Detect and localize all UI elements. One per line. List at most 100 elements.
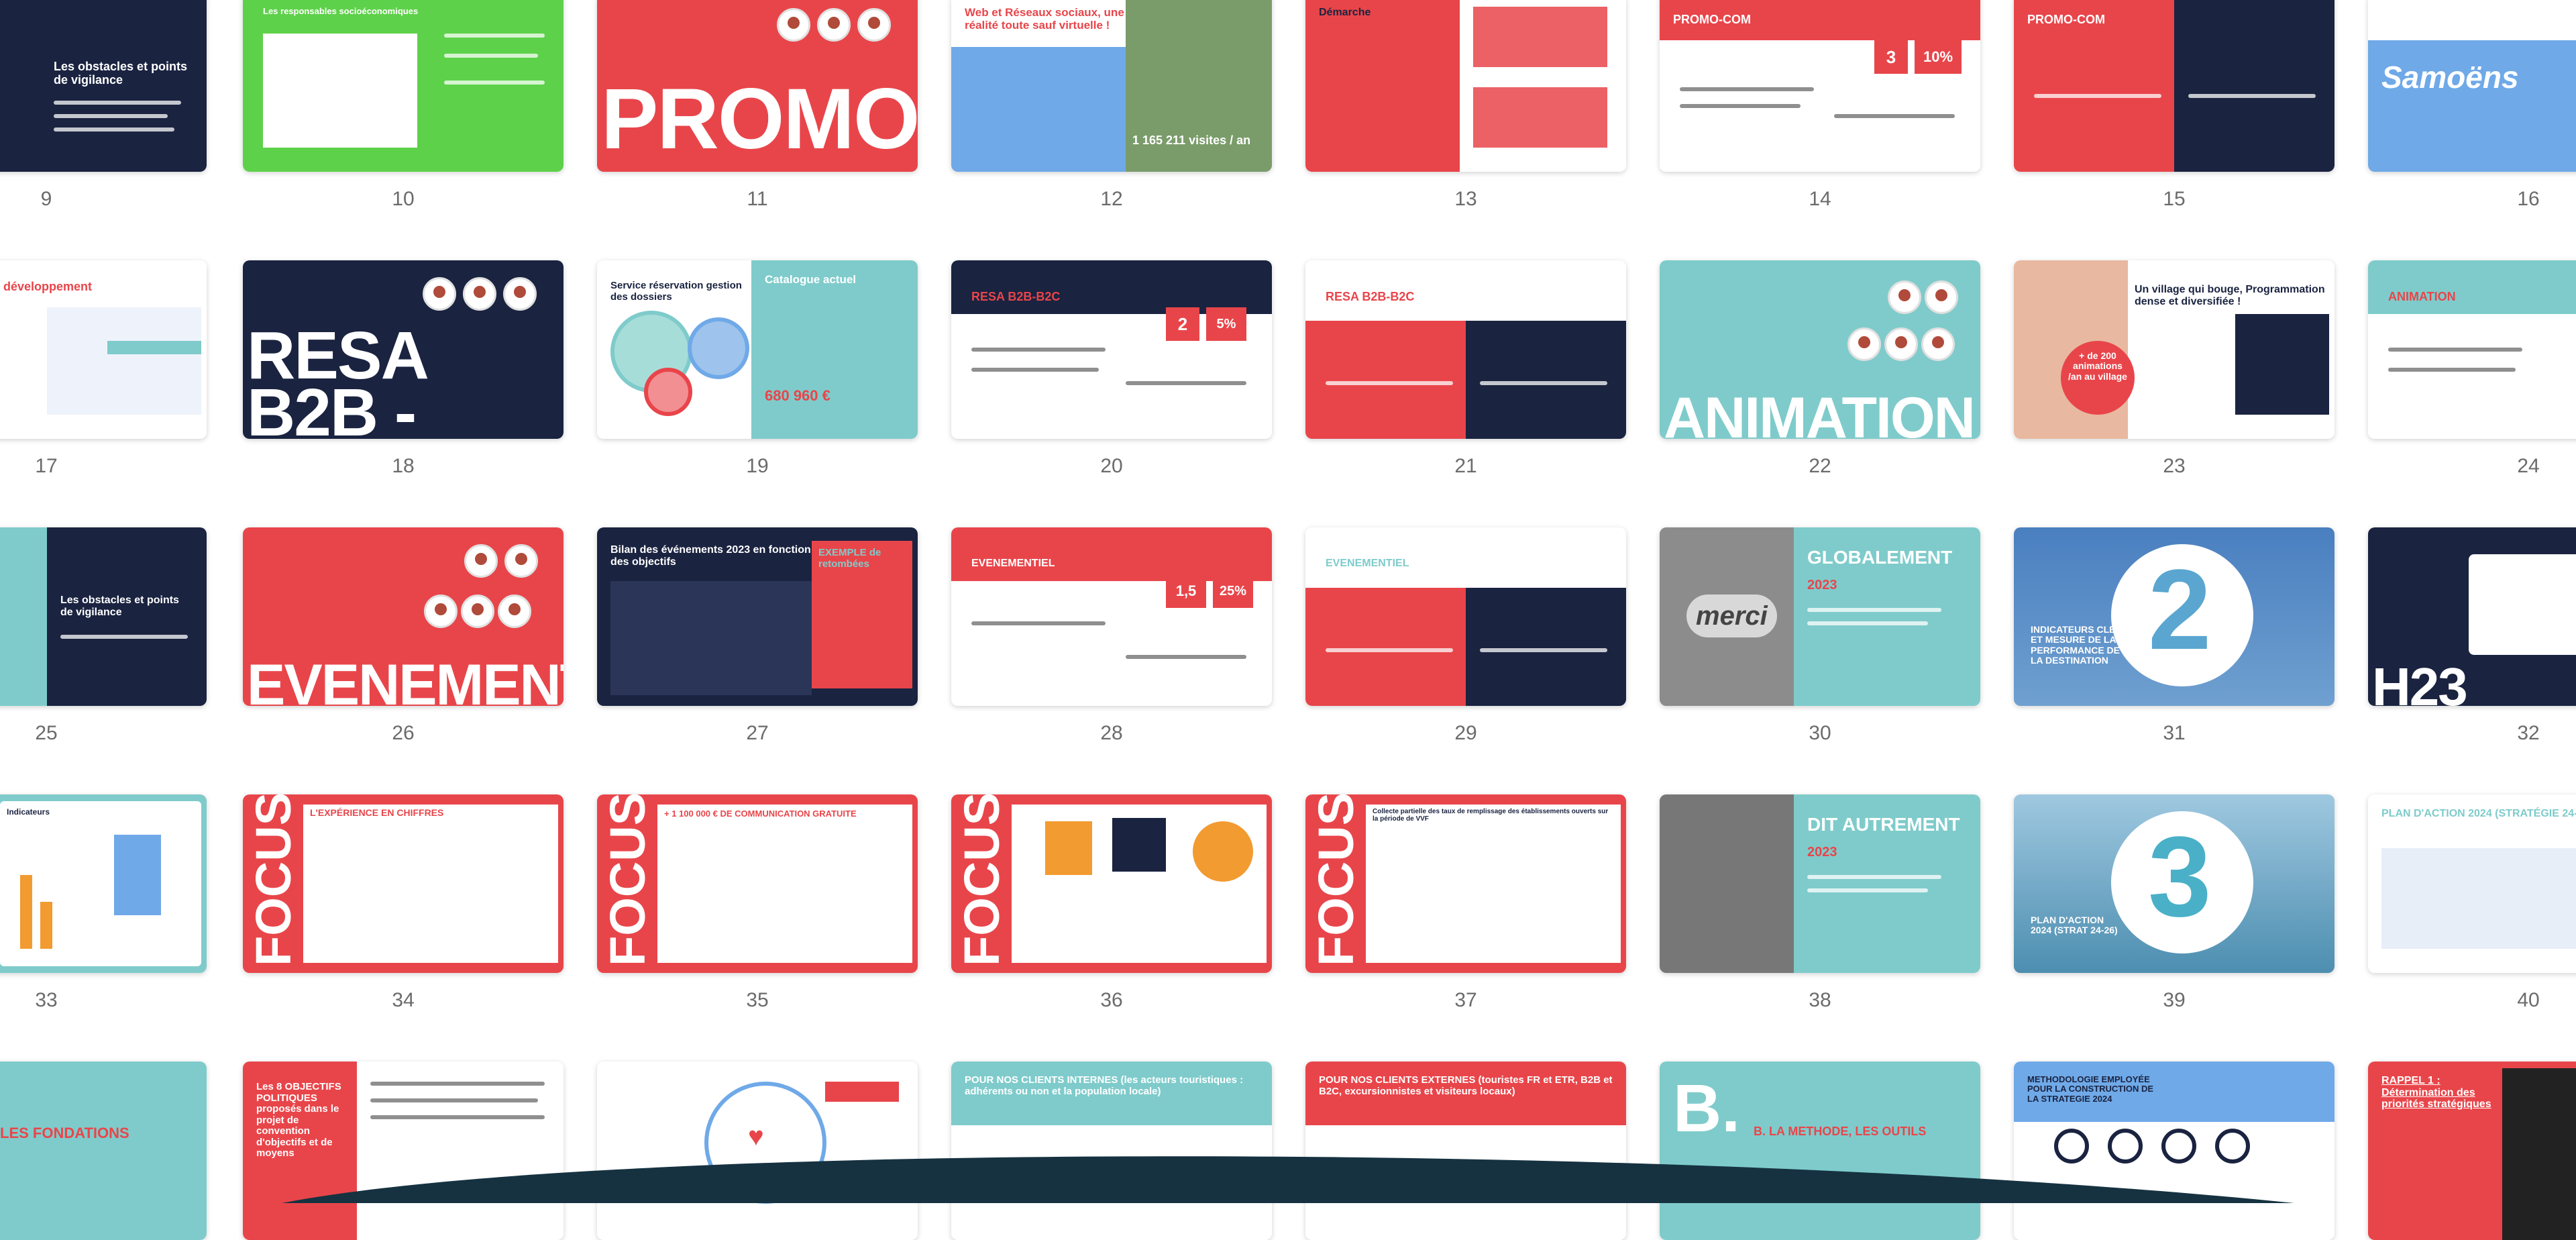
focus-label: FOCUS VVF <box>954 794 1010 966</box>
slide-thumbnail[interactable]: PROMO-COM 3 10% <box>1660 0 1980 172</box>
slide-number: 37 <box>1454 989 1477 1011</box>
slide-thumbnail[interactable]: Les obstacles et points de vigilance <box>0 527 207 706</box>
slide-number: 16 <box>2517 188 2540 210</box>
slide-sorter-grid: Les obstacles et points de vigilance 9 L… <box>0 0 2576 1240</box>
slide-number: 17 <box>35 455 58 477</box>
focus-label: FOCUS VVF <box>1308 794 1364 966</box>
slide-number: 20 <box>1100 455 1123 477</box>
slide-thumbnail[interactable]: Samoëns <box>2368 0 2576 172</box>
slide-thumbnail[interactable]: 3 PLAN D'ACTION 2024 (STRAT 24-26) <box>2014 794 2334 973</box>
slide-number: 33 <box>35 989 58 1011</box>
slide-number: 13 <box>1454 188 1477 210</box>
bottom-wave-overlay <box>282 1156 2294 1203</box>
slide-title: Bilan des événements 2023 en fonction de… <box>610 544 811 568</box>
slide-thumbnail[interactable]: EVENEMENTIEL 1,5 25% <box>951 527 1272 706</box>
slide-thumbnail[interactable]: Les obstacles et points de vigilance <box>0 0 207 172</box>
slide-thumbnail[interactable]: DIT AUTREMENT 2023 <box>1660 794 1980 973</box>
slide-title: H23 <box>2372 657 2468 707</box>
slide-number: 14 <box>1809 188 1831 210</box>
slide-title: PROMO-COM <box>1673 13 1751 26</box>
slide-thumbnail[interactable]: RESA B2B - B2C <box>243 260 564 439</box>
slide-title: développement <box>3 280 93 293</box>
stat-box: 3 <box>1874 40 1908 74</box>
slide-thumbnail[interactable]: Service réservation gestion des dossiers… <box>597 260 918 439</box>
stat-box: 10% <box>1915 40 1962 74</box>
slide-thumbnail[interactable]: PROMO-COM <box>2014 0 2334 172</box>
slide-thumbnail[interactable]: L'EXPÉRIENCE EN CHIFFRES FOCUS VVF <box>243 794 564 973</box>
section-caption: INDICATEURS CLÉS ET MESURE DE LA PERFORM… <box>2031 624 2122 666</box>
slide-title: RESA B2B-B2C <box>1326 290 1415 303</box>
slide-number: 21 <box>1454 455 1477 477</box>
slide-thumbnail[interactable]: ANIMATION <box>1660 260 1980 439</box>
slide-thumbnail[interactable]: EVENEMENT <box>243 527 564 706</box>
slide-number: 30 <box>1809 722 1831 744</box>
focus-label: FOCUS VVF <box>600 794 656 966</box>
slide-number: 11 <box>747 188 768 210</box>
slide-thumbnail[interactable]: développement <box>0 260 207 439</box>
slide-thumbnail[interactable]: Les responsables socioéconomiques <box>243 0 564 172</box>
slide-thumbnail[interactable]: FOCUS VVF <box>951 794 1272 973</box>
slide-title: Web et Réseaux sociaux, une réalité tout… <box>965 6 1124 32</box>
slide-number: 15 <box>2163 188 2186 210</box>
slide-thumbnail[interactable]: PLAN D'ACTION 2024 (STRATÉGIE 24-26) <box>2368 794 2576 973</box>
slide-number: 18 <box>392 455 415 477</box>
stat-box: 1,5 <box>1166 574 1206 608</box>
slide-thumbnail[interactable]: 2 INDICATEURS CLÉS ET MESURE DE LA PERFO… <box>2014 527 2334 706</box>
stat-visits: 1 165 211 visites / an <box>1132 134 1251 147</box>
slide-number: 25 <box>35 722 58 744</box>
slide-title: PROMO-COM <box>2027 13 2105 26</box>
slide-title: LES FONDATIONS <box>0 1125 129 1141</box>
slide-title: POUR NOS CLIENTS EXTERNES (touristes FR … <box>1319 1074 1613 1097</box>
slide-title: Collecte partielle des taux de remplissa… <box>1373 808 1609 823</box>
slide-thumbnail[interactable]: + 1 100 000 € DE COMMUNICATION GRATUITE … <box>597 794 918 973</box>
slide-thumbnail[interactable]: Web et Réseaux sociaux, une réalité tout… <box>951 0 1272 172</box>
stat-box: 25% <box>1213 574 1253 608</box>
slide-thumbnail[interactable]: PROMO COM <box>597 0 918 172</box>
slide-thumbnail[interactable]: EVENEMENTIEL <box>1305 527 1626 706</box>
slide-thumbnail[interactable]: ANIMATION <box>2368 260 2576 439</box>
slide-title: EVENEMENTIEL <box>971 558 1055 569</box>
slide-title: POUR NOS CLIENTS INTERNES (les acteurs t… <box>965 1074 1244 1097</box>
slide-number: 12 <box>1100 188 1123 210</box>
section-number: 3 <box>2148 813 2212 941</box>
slide-number: 24 <box>2517 455 2540 477</box>
slide-title: ANIMATION <box>1664 385 1976 439</box>
slide-thumbnail[interactable]: RESA B2B-B2C 2 5% <box>951 260 1272 439</box>
badge-animations: + de 200 animations /an au village <box>2068 350 2127 382</box>
slide-number: 36 <box>1100 989 1123 1011</box>
slide-year: 2023 <box>1807 578 1837 592</box>
slide-title: + 1 100 000 € DE COMMUNICATION GRATUITE <box>664 809 857 819</box>
slide-thumbnail[interactable]: merci GLOBALEMENT 2023 <box>1660 527 1980 706</box>
slide-thumbnail[interactable]: Collecte partielle des taux de remplissa… <box>1305 794 1626 973</box>
slide-number: 32 <box>2517 722 2540 744</box>
slide-number: 9 <box>40 188 52 210</box>
slide-number: 39 <box>2163 989 2186 1011</box>
section-number: 2 <box>2148 546 2212 674</box>
slide-title: Les obstacles et points de vigilance <box>60 595 179 618</box>
slide-number: 38 <box>1809 989 1831 1011</box>
merci-heart: merci <box>1686 595 1777 637</box>
slide-title: RAPPEL 1 : Détermination des priorités s… <box>2381 1075 2491 1110</box>
slide-number: 31 <box>2163 722 2186 744</box>
slide-thumbnail[interactable]: Indicateurs <box>0 794 207 973</box>
slide-thumbnail[interactable]: H23 <box>2368 527 2576 706</box>
slide-title: Démarche <box>1319 7 1371 18</box>
slide-number: 22 <box>1809 455 1831 477</box>
slide-thumbnail[interactable]: Démarche <box>1305 0 1626 172</box>
slide-thumbnail[interactable]: Bilan des événements 2023 en fonction de… <box>597 527 918 706</box>
slide-title: PROMO COM <box>601 71 918 167</box>
slide-title: Un village qui bouge, Programmation dens… <box>2135 284 2325 307</box>
slide-title: METHODOLOGIE EMPLOYÉE POUR LA CONSTRUCTI… <box>2027 1074 2154 1104</box>
stat-box: 5% <box>1206 307 1246 341</box>
section-letter: B. <box>1673 1071 1740 1146</box>
slide-thumbnail[interactable]: RESA B2B-B2C <box>1305 260 1626 439</box>
slide-title: ANIMATION <box>2388 290 2456 303</box>
slide-number: 29 <box>1454 722 1477 744</box>
slide-thumbnail[interactable]: Un village qui bouge, Programmation dens… <box>2014 260 2334 439</box>
slide-number: 40 <box>2517 989 2540 1011</box>
slide-number: 23 <box>2163 455 2186 477</box>
slide-title: Service réservation gestion des dossiers <box>610 280 742 303</box>
slide-title: GLOBALEMENT <box>1807 547 1953 568</box>
slide-title: Indicateurs <box>7 807 50 817</box>
example-title: EXEMPLE de retombées <box>818 547 881 570</box>
